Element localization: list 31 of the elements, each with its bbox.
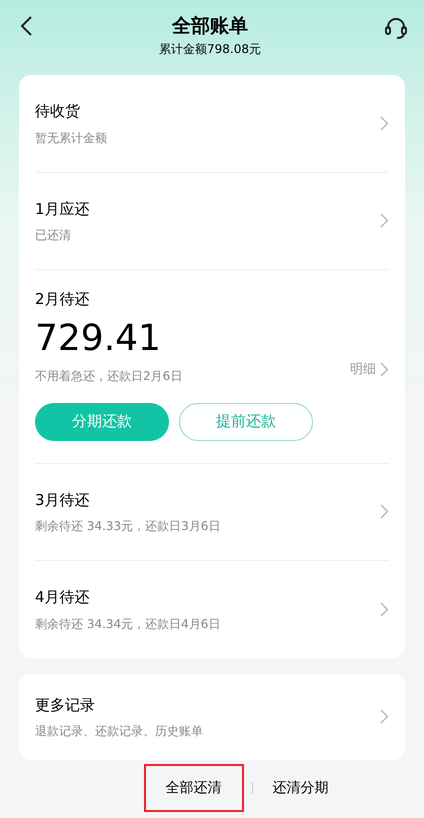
chevron-right-icon xyxy=(380,504,389,520)
more-note: 退款记录、还款记录、历史账单 xyxy=(35,723,203,740)
bill-row[interactable]: 3月待还 剩余待还 34.33元，还款日3月6日 xyxy=(35,464,389,561)
detail-label: 明细 xyxy=(350,361,376,379)
footer-button[interactable]: 全部还清 xyxy=(144,764,244,812)
bill-title: 待收货 xyxy=(35,101,81,122)
page-title: 全部账单 xyxy=(172,14,248,39)
bill-row[interactable]: 待收货 暂无累计金额 xyxy=(35,75,389,172)
back-icon xyxy=(19,15,33,37)
total-amount: 累计金额798.08元 xyxy=(159,41,261,58)
footer-button[interactable]: 还清分期 xyxy=(260,764,340,812)
bill-row[interactable]: 4月待还 剩余待还 34.34元，还款日4月6日 xyxy=(35,561,389,658)
bill-note: 暂无累计金额 xyxy=(35,130,107,146)
headset-icon xyxy=(384,16,408,40)
more-records-card[interactable]: 更多记录 退款记录、还款记录、历史账单 xyxy=(19,674,405,760)
bill-title: 2月待还 xyxy=(35,289,91,310)
more-title: 更多记录 xyxy=(35,694,96,716)
bill-row[interactable]: 1月应还 已还清 xyxy=(35,172,389,270)
bill-note: 已还清 xyxy=(35,227,72,244)
bill-note: 剩余待还 34.33元，还款日3月6日 xyxy=(35,518,220,535)
bill-amount: 729.41 xyxy=(35,316,162,360)
chevron-right-icon xyxy=(380,116,389,131)
bill-note: 剩余待还 34.34元，还款日4月6日 xyxy=(35,616,220,632)
chevron-right-icon xyxy=(380,602,389,617)
chevron-right-icon xyxy=(380,709,389,724)
bill-title: 4月待还 xyxy=(35,587,91,608)
chevron-right-icon xyxy=(380,362,389,378)
bill-title: 1月应还 xyxy=(35,198,90,220)
bill-title: 3月待还 xyxy=(35,490,91,510)
chevron-right-icon xyxy=(380,213,389,228)
bill-note: 不用着急还，还款日2月6日 xyxy=(35,368,184,384)
